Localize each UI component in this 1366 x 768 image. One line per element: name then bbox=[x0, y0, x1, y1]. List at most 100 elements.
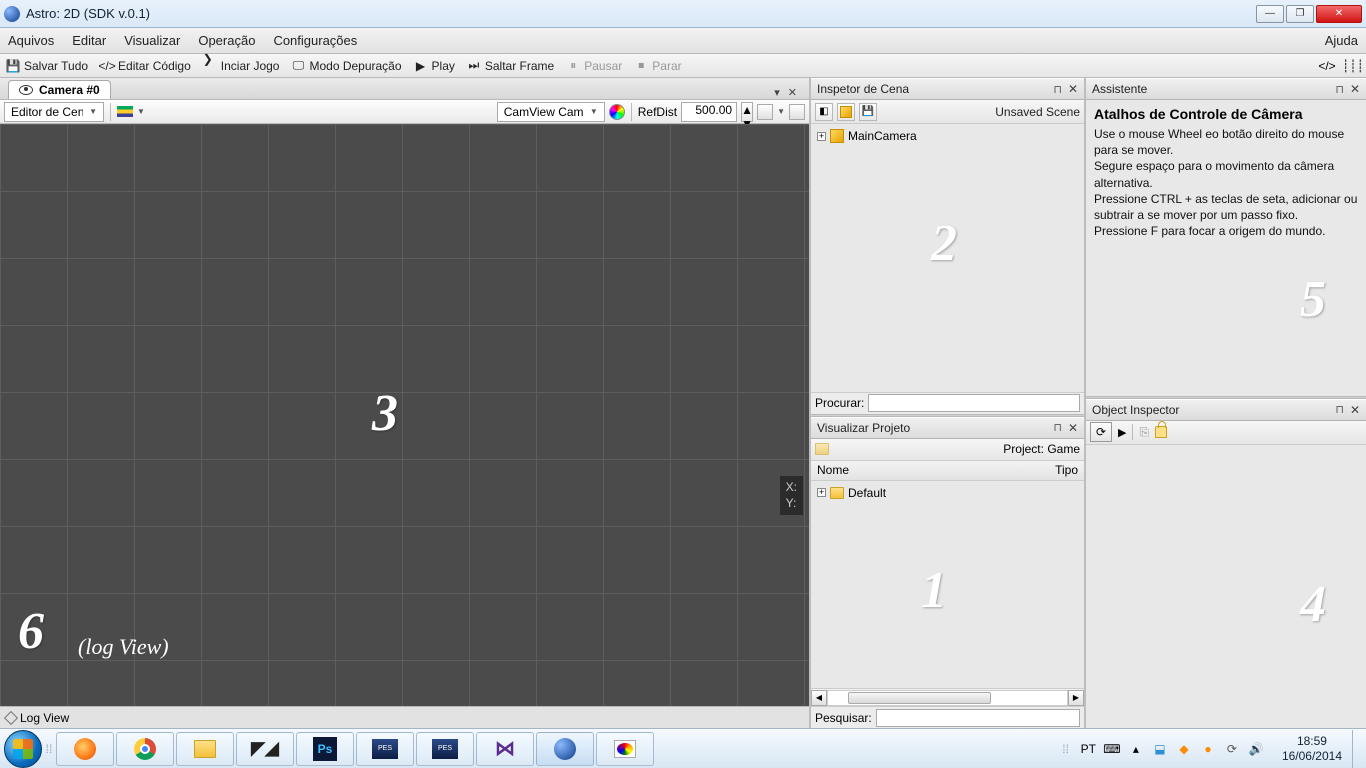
overlay-3: 3 bbox=[372, 384, 398, 443]
taskbar-app-astro[interactable] bbox=[536, 732, 594, 766]
tool-icon-1[interactable] bbox=[757, 104, 773, 120]
folder-icon bbox=[830, 487, 844, 499]
scene-inspector-header: Inspetor de Cena ⊓ ✕ bbox=[811, 78, 1084, 100]
flag-icon[interactable] bbox=[117, 106, 133, 117]
new-object-button[interactable]: ◧ bbox=[815, 103, 833, 121]
unsaved-scene-label: Unsaved Scene bbox=[995, 105, 1080, 119]
titlebar: Astro: 2D (SDK v.0.1) — ❐ ✕ bbox=[0, 0, 1366, 28]
menu-configuracoes[interactable]: Configurações bbox=[273, 33, 357, 48]
minimize-button[interactable]: — bbox=[1256, 5, 1284, 23]
new-cube-button[interactable] bbox=[837, 103, 855, 121]
log-view-tab[interactable]: Log View bbox=[20, 711, 69, 725]
step-icon: ⏭ bbox=[467, 59, 481, 73]
project-tree[interactable]: + Default 1 bbox=[811, 481, 1084, 689]
close-icon[interactable]: ✕ bbox=[1350, 403, 1360, 417]
scene-search-input[interactable] bbox=[868, 394, 1080, 412]
scroll-left-icon[interactable]: ◀ bbox=[811, 690, 827, 706]
code-icon: </> bbox=[100, 59, 114, 73]
pin-icon[interactable]: ⊓ bbox=[1053, 421, 1062, 434]
taskbar-app-explorer[interactable] bbox=[176, 732, 234, 766]
tool-icon-2[interactable] bbox=[789, 104, 805, 120]
viewport[interactable]: X: Y: 3 6 (log View) bbox=[0, 124, 809, 706]
taskbar-app-paint[interactable] bbox=[596, 732, 654, 766]
refdist-spinner[interactable]: ▲▼ bbox=[741, 102, 753, 122]
project-toolbar: Project: Game bbox=[811, 439, 1084, 461]
scene-tree[interactable]: + MainCamera 2 bbox=[811, 124, 1084, 392]
pause-button[interactable]: ⏸ Pausar bbox=[566, 59, 622, 73]
tray-icon-circle[interactable]: ● bbox=[1200, 741, 1216, 757]
stop-icon: ⏹ bbox=[634, 59, 648, 73]
taskbar-app-visualstudio[interactable]: ⋈ bbox=[476, 732, 534, 766]
menu-arquivos[interactable]: Aquivos bbox=[8, 33, 54, 48]
menu-operacao[interactable]: Operação bbox=[198, 33, 255, 48]
play-icon[interactable]: ▶ bbox=[1118, 426, 1126, 439]
tab-dropdown-icon[interactable]: ▾ bbox=[770, 86, 784, 99]
editor-mode-dropdown[interactable]: Editor de Cena ▼ bbox=[4, 102, 104, 122]
play-button[interactable]: ▶ Play bbox=[414, 59, 455, 73]
taskbar-app-chrome[interactable] bbox=[116, 732, 174, 766]
overlay-4: 4 bbox=[1300, 575, 1326, 634]
show-desktop-button[interactable] bbox=[1352, 730, 1362, 768]
close-button[interactable]: ✕ bbox=[1316, 5, 1362, 23]
scroll-thumb[interactable] bbox=[848, 692, 991, 704]
toolbar-sliders-icon[interactable]: ┊┊┊ bbox=[1346, 59, 1360, 73]
project-search-input[interactable] bbox=[876, 709, 1080, 727]
tree-item-default[interactable]: + Default bbox=[815, 485, 1080, 501]
language-indicator[interactable]: PT bbox=[1081, 742, 1096, 756]
dropbox-icon[interactable]: ⬓ bbox=[1152, 741, 1168, 757]
save-scene-button[interactable]: 💾 bbox=[859, 103, 877, 121]
assistant-panel: Atalhos de Controle de Câmera Use o mous… bbox=[1086, 100, 1366, 396]
menu-visualizar[interactable]: Visualizar bbox=[124, 33, 180, 48]
taskbar-app-photoshop[interactable]: Ps bbox=[296, 732, 354, 766]
tray-chevron-icon[interactable]: ▴ bbox=[1128, 741, 1144, 757]
pin-icon[interactable] bbox=[4, 710, 18, 724]
color-wheel-icon[interactable] bbox=[609, 104, 625, 120]
start-game-button[interactable]: ❯_ Inciar Jogo bbox=[203, 59, 280, 73]
menu-ajuda[interactable]: Ajuda bbox=[1325, 33, 1358, 48]
camview-dropdown[interactable]: CamView Cam ▼ bbox=[497, 102, 605, 122]
pin-icon[interactable]: ⊓ bbox=[1053, 83, 1062, 96]
step-frame-button[interactable]: ⏭ Saltar Frame bbox=[467, 59, 554, 73]
expand-icon[interactable]: + bbox=[817, 488, 826, 497]
tab-close-icon[interactable]: ✕ bbox=[784, 86, 801, 99]
terminal-icon: ❯_ bbox=[203, 59, 217, 73]
taskbar-app-firefox[interactable] bbox=[56, 732, 114, 766]
tray-icon-sync[interactable]: ⟳ bbox=[1224, 741, 1240, 757]
pin-icon[interactable]: ⊓ bbox=[1335, 83, 1344, 96]
overlay-1: 1 bbox=[921, 561, 947, 620]
save-all-button[interactable]: 💾 Salvar Tudo bbox=[6, 59, 88, 73]
debug-icon: 🖵 bbox=[291, 59, 305, 73]
volume-icon[interactable]: 🔊 bbox=[1248, 741, 1264, 757]
scroll-right-icon[interactable]: ▶ bbox=[1068, 690, 1084, 706]
start-button[interactable] bbox=[4, 730, 42, 768]
project-columns: Nome Tipo bbox=[811, 461, 1084, 481]
main-toolbar: 💾 Salvar Tudo </> Editar Código ❯_ Incia… bbox=[0, 54, 1366, 78]
object-inspector-header: Object Inspector ⊓ ✕ bbox=[1086, 399, 1366, 421]
folder-icon[interactable] bbox=[815, 443, 829, 455]
edit-code-button[interactable]: </> Editar Código bbox=[100, 59, 191, 73]
app-icon bbox=[4, 6, 20, 22]
lock-icon[interactable] bbox=[1155, 426, 1167, 438]
hscrollbar[interactable]: ◀ ▶ bbox=[811, 688, 1084, 706]
toolbar-code-icon[interactable]: </> bbox=[1320, 59, 1334, 73]
stop-button[interactable]: ⏹ Parar bbox=[634, 59, 681, 73]
menu-editar[interactable]: Editar bbox=[72, 33, 106, 48]
close-icon[interactable]: ✕ bbox=[1068, 82, 1078, 96]
tray-icon-orange[interactable]: ◆ bbox=[1176, 741, 1192, 757]
maximize-button[interactable]: ❐ bbox=[1286, 5, 1314, 23]
copy-icon[interactable]: ⎘ bbox=[1139, 425, 1149, 440]
clock[interactable]: 18:59 16/06/2014 bbox=[1274, 734, 1350, 763]
taskbar-app-pes2[interactable]: PES bbox=[416, 732, 474, 766]
keyboard-icon[interactable]: ⌨ bbox=[1104, 741, 1120, 757]
pin-icon[interactable]: ⊓ bbox=[1335, 403, 1344, 416]
taskbar-app-pes1[interactable]: PES bbox=[356, 732, 414, 766]
expand-icon[interactable]: + bbox=[817, 132, 826, 141]
debug-mode-button[interactable]: 🖵 Modo Depuração bbox=[291, 59, 401, 73]
refresh-button[interactable]: ⟳ bbox=[1090, 422, 1112, 442]
close-icon[interactable]: ✕ bbox=[1350, 82, 1360, 96]
refdist-input[interactable]: 500.00 bbox=[681, 102, 737, 122]
taskbar-app-unity[interactable]: ◤◢ bbox=[236, 732, 294, 766]
tree-item-maincamera[interactable]: + MainCamera bbox=[815, 128, 1080, 144]
close-icon[interactable]: ✕ bbox=[1068, 421, 1078, 435]
camera-tab[interactable]: Camera #0 bbox=[8, 80, 111, 99]
